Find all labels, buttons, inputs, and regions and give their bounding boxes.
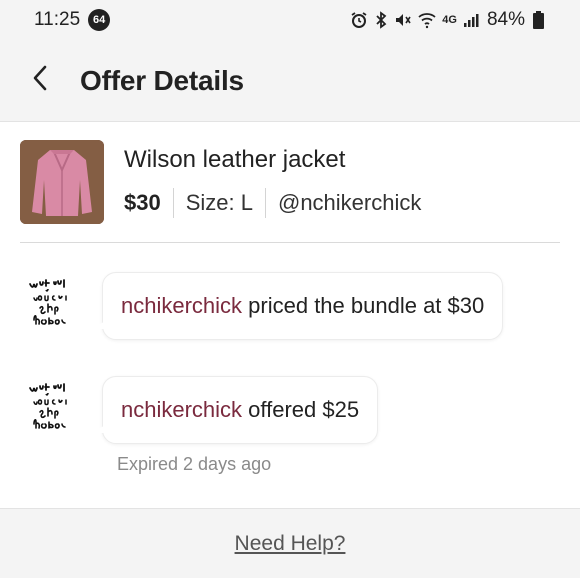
message-bubble: nchikerchick offered $25 xyxy=(92,376,379,444)
listing-thumbnail[interactable] xyxy=(20,140,104,224)
listing-info: Wilson leather jacket $30 Size: L @nchik… xyxy=(124,140,421,242)
section-divider xyxy=(20,242,560,243)
seller-handle[interactable]: @nchikerchick xyxy=(278,190,421,216)
alarm-icon xyxy=(350,11,368,29)
message-text: priced the bundle at $30 xyxy=(242,293,485,318)
status-time: 11:25 xyxy=(34,9,81,30)
avatar[interactable] xyxy=(22,376,80,434)
signal-icon xyxy=(463,12,479,28)
listing-summary[interactable]: Wilson leather jacket $30 Size: L @nchik… xyxy=(0,122,580,242)
battery-percent: 84% xyxy=(486,9,525,30)
notification-badge: 64 xyxy=(88,9,111,31)
bluetooth-icon xyxy=(374,11,388,29)
avatar[interactable] xyxy=(22,272,80,330)
listing-title[interactable]: Wilson leather jacket xyxy=(124,146,421,174)
meta-divider xyxy=(172,188,174,218)
offer-message: nchikerchick offered $25 xyxy=(0,376,580,444)
status-bar: 11:25 64 4G 84% xyxy=(0,0,580,40)
battery-icon xyxy=(533,11,544,29)
username-link[interactable]: nchikerchick xyxy=(121,397,242,422)
app-header: Offer Details xyxy=(0,40,580,122)
need-help-link[interactable]: Need Help? xyxy=(235,532,346,556)
message-bubble: nchikerchick priced the bundle at $30 xyxy=(92,272,504,340)
wifi-icon xyxy=(418,11,436,29)
network-type: 4G xyxy=(442,14,457,26)
listing-price: $30 xyxy=(124,190,161,215)
offer-status: Expired 2 days ago xyxy=(117,454,272,474)
username-link[interactable]: nchikerchick xyxy=(121,293,242,318)
status-right: 4G 84% xyxy=(350,9,544,31)
offer-message: nchikerchick priced the bundle at $30 xyxy=(0,272,580,340)
status-left: 11:25 64 xyxy=(34,9,111,31)
mute-icon xyxy=(394,11,412,29)
listing-size: Size: L xyxy=(185,190,253,215)
footer: Need Help? xyxy=(0,508,580,578)
page-title: Offer Details xyxy=(80,64,244,96)
chevron-left-icon xyxy=(32,65,48,96)
message-text: offered $25 xyxy=(242,397,360,422)
meta-divider xyxy=(264,188,266,218)
back-button[interactable] xyxy=(0,40,80,122)
listing-meta: $30 Size: L @nchikerchick xyxy=(124,188,421,218)
